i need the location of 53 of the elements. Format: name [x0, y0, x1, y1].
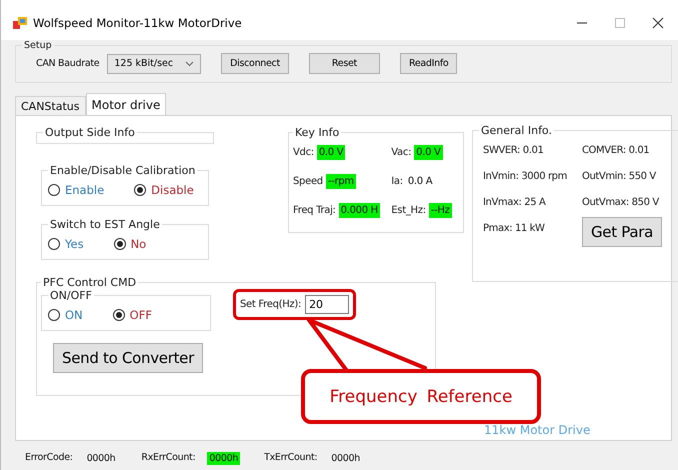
- value-readout: --rpm: [326, 174, 356, 189]
- info-text: InVmax: 25 A: [483, 197, 547, 208]
- value-label: Speed: [293, 176, 323, 187]
- value-readout: --Hz: [428, 203, 452, 218]
- group-title: Output Side Info: [44, 126, 136, 139]
- group-title: ON/OFF: [49, 289, 93, 302]
- toolbar-button[interactable]: Disconnect: [221, 53, 289, 74]
- group-title: Enable/Disable Calibration: [49, 164, 196, 177]
- status-label: TxErrCount:: [264, 452, 318, 464]
- window-title: Wolfspeed Monitor-11kw MotorDrive: [33, 16, 242, 30]
- group-title: General Info.: [480, 124, 553, 137]
- send-button[interactable]: Send to Converter: [53, 343, 203, 373]
- status-label: RxErrCount:: [141, 452, 196, 464]
- frequency-input[interactable]: 20: [305, 295, 350, 314]
- tab[interactable]: Motor drive: [86, 93, 166, 115]
- toolbar-button[interactable]: Reset: [308, 53, 380, 74]
- field-label: Set Freq(Hz):: [240, 299, 302, 310]
- radio-option[interactable]: ON: [48, 308, 83, 322]
- status-value: 0000h: [330, 452, 361, 464]
- info-text: InVmin: 3000 rpm: [483, 171, 568, 182]
- info-text: OutVmin: 550 V: [582, 171, 657, 182]
- radio-option[interactable]: Yes: [48, 237, 84, 251]
- group-title: Switch to EST Angle: [49, 218, 161, 231]
- value-readout: 0.0 A: [406, 175, 434, 189]
- value-readout: 0.0 V: [414, 145, 443, 160]
- radio-option[interactable]: No: [114, 237, 146, 251]
- value-readout: 0.000 H: [338, 203, 380, 218]
- group-title: PFC Control CMD: [42, 276, 138, 289]
- radio-option[interactable]: Enable: [48, 183, 104, 197]
- info-text: OutVmax: 850 V: [582, 197, 660, 208]
- value-label: Vdc:: [293, 147, 314, 158]
- brand-label: 11kw Motor Drive: [484, 423, 590, 437]
- callout-label: Frequency Reference: [301, 369, 541, 424]
- group-title: Key Info: [294, 126, 340, 139]
- radio-option[interactable]: OFF: [112, 308, 152, 322]
- radio-option[interactable]: Disable: [134, 183, 194, 197]
- field-label: CAN Baudrate: [36, 58, 100, 69]
- value-label: Vac:: [391, 147, 412, 158]
- info-text: COMVER: 0.01: [582, 145, 650, 156]
- info-text: SWVER: 0.01: [483, 145, 544, 156]
- group-title: Setup: [23, 40, 53, 51]
- status-label: ErrorCode:: [25, 452, 73, 464]
- info-text: Pmax: 11 kW: [483, 223, 546, 236]
- toolbar-button[interactable]: ReadInfo: [400, 53, 458, 74]
- baudrate-dropdown[interactable]: 125 kBit/sec: [107, 54, 202, 74]
- tab[interactable]: CANStatus: [15, 96, 86, 115]
- value-label: Freq Traj:: [293, 205, 336, 216]
- status-value: 0000h: [207, 452, 240, 464]
- status-value: 0000h: [86, 452, 116, 464]
- value-label: Est_Hz:: [391, 205, 426, 216]
- get-para-button[interactable]: Get Para: [582, 217, 662, 247]
- value-label: Ia:: [391, 176, 403, 187]
- value-readout: 0.0 V: [316, 145, 346, 160]
